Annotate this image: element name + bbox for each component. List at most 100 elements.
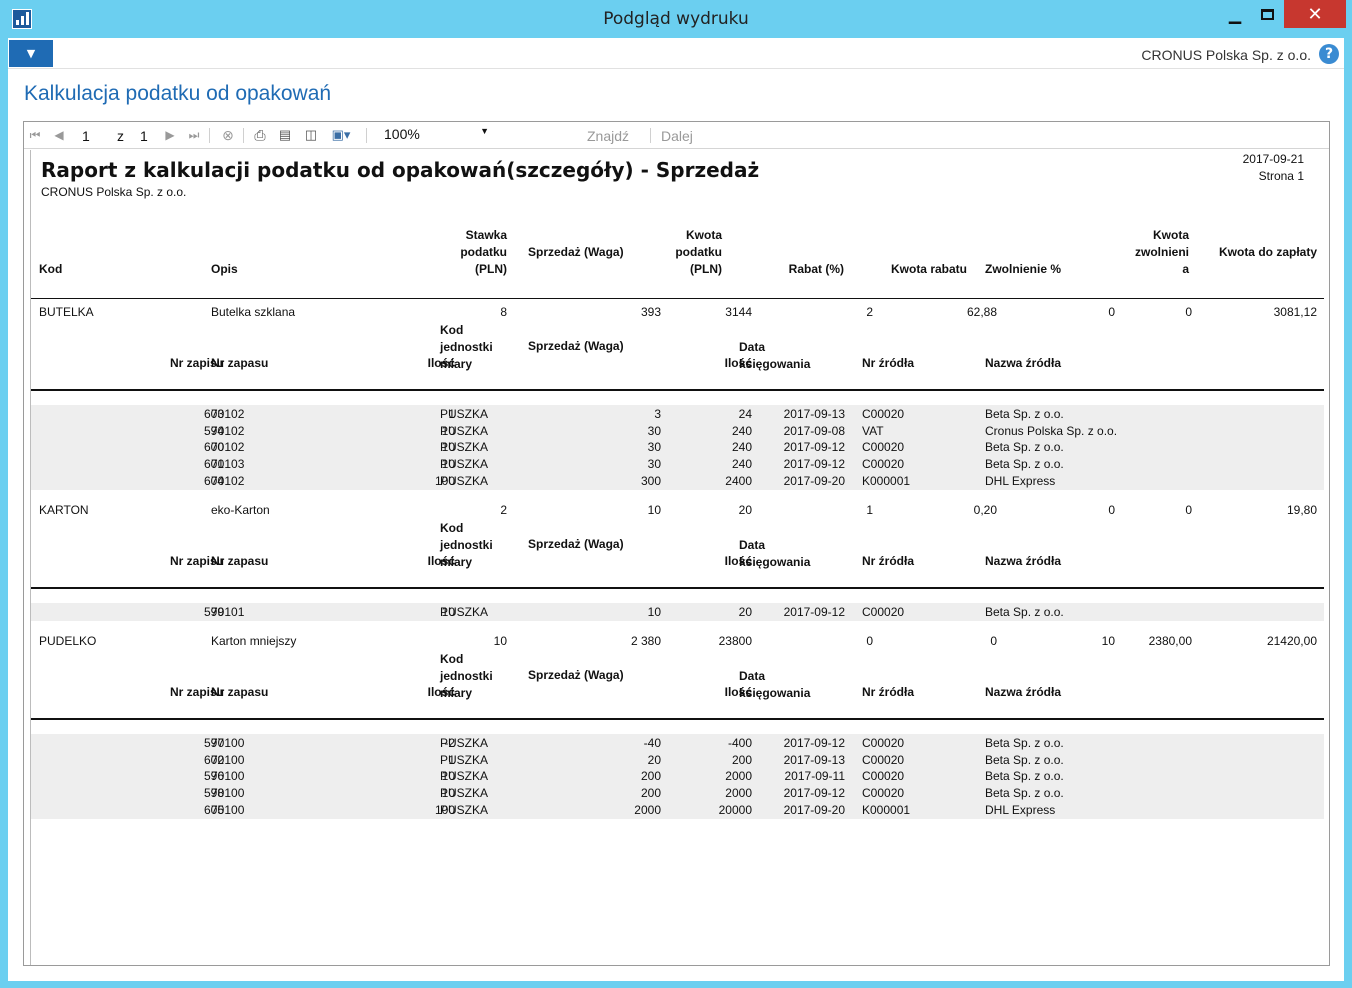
entry-data-ksiegowania: 2017-09-13 <box>783 752 845 767</box>
page-title: Kalkulacja podatku od opakowań <box>24 82 332 105</box>
entry-nazwa-zrodla: Beta Sp. z o.o. <box>985 440 1064 455</box>
group-rabat: 1 <box>866 503 873 517</box>
entry-nr-zrodla: C00020 <box>862 752 905 767</box>
entry-nr-zrodla: C00020 <box>862 605 905 619</box>
entry-jednostka: PUSZKA <box>440 605 489 619</box>
sub-header-kod-jm: Kod jednostki miary <box>440 323 493 371</box>
report-title: Raport z kalkulacji podatku od opakowań(… <box>41 158 760 182</box>
maximize-button[interactable] <box>1250 0 1284 28</box>
sub-header-nr-zapasu: Nr zapasu <box>211 356 269 370</box>
page-setup-icon[interactable]: ◫ <box>303 127 319 143</box>
entry-sprzedaz-waga: 20 <box>647 752 661 767</box>
page-number-input[interactable]: 1 <box>82 128 90 144</box>
entry-ilosc-calk: 24 <box>738 407 752 421</box>
entry-nr-zapasu: 70101 <box>211 605 245 619</box>
entry-sprzedaz-waga: 200 <box>640 769 661 784</box>
entry-sprzedaz-waga: 30 <box>647 440 661 455</box>
entry-nr-zapasu: 70100 <box>211 769 245 784</box>
sub-header-data: Data księgowania <box>739 340 811 371</box>
stop-icon[interactable]: ⊗ <box>220 127 236 143</box>
report-page: Raport z kalkulacji podatku od opakowań(… <box>30 150 1325 965</box>
previous-page-icon[interactable]: ◀ <box>53 127 65 143</box>
group-opis: Butelka szklana <box>211 305 296 319</box>
entry-nazwa-zrodla: Cronus Polska Sp. z o.o. <box>985 423 1118 438</box>
entry-nr-zapasu: 70100 <box>211 786 245 801</box>
entry-jednostka: PUSZKA <box>440 786 489 801</box>
entry-data-ksiegowania: 2017-09-12 <box>783 736 845 750</box>
entry-sprzedaz-waga: 300 <box>640 473 661 488</box>
entry-data-ksiegowania: 2017-09-12 <box>783 457 845 472</box>
entry-sprzedaz-waga: 30 <box>647 423 661 438</box>
find-input[interactable] <box>509 126 571 143</box>
entry-nr-zapasu: 70100 <box>211 802 245 817</box>
export-icon[interactable]: ▣▾ <box>329 127 353 143</box>
help-icon[interactable]: ? <box>1319 44 1339 64</box>
next-button[interactable]: Dalej <box>661 128 693 144</box>
entry-ilosc-calk: 240 <box>731 423 752 438</box>
zoom-select[interactable]: 100% ▼ <box>381 126 493 145</box>
col-header-opis: Opis <box>211 262 238 276</box>
entry-nr-zapasu: 70102 <box>211 407 245 421</box>
minimize-button[interactable]: ▁ <box>1218 0 1252 28</box>
group-do-zaplaty: 19,80 <box>1286 503 1317 517</box>
group-rabat: 0 <box>866 634 873 648</box>
sub-header-sprzedaz: Sprzedaż (Waga) <box>528 537 624 551</box>
sub-header-nazwa-zrodla: Nazwa źródła <box>985 356 1062 370</box>
print-preview-window: Podgląd wydruku ▁ ✕ ▼ CRONUS Polska Sp. … <box>0 0 1352 988</box>
entry-nr-zrodla: C00020 <box>862 407 905 421</box>
entry-ilosc-calk: 20 <box>738 605 752 619</box>
entry-nr-zapasu: 70102 <box>211 440 245 455</box>
entry-nazwa-zrodla: DHL Express <box>985 802 1056 817</box>
entry-ilosc-calk: 20000 <box>718 802 752 817</box>
report-company: CRONUS Polska Sp. z o.o. <box>41 185 187 199</box>
entry-nr-zrodla: C00020 <box>862 457 905 472</box>
entry-jednostka: PUSZKA <box>440 423 489 438</box>
next-page-icon[interactable]: ▶ <box>164 127 176 143</box>
group-kwota-podatku: 3144 <box>725 305 752 319</box>
col-header-do-zaplaty: Kwota do zapłaty <box>1218 245 1317 259</box>
entry-nazwa-zrodla: Beta Sp. z o.o. <box>985 736 1064 750</box>
col-header-sprzedaz: Sprzedaż (Waga) <box>528 245 624 259</box>
client-area: ▼ CRONUS Polska Sp. z o.o. ? Kalkulacja … <box>8 38 1344 981</box>
entry-ilosc-calk: 2000 <box>725 786 752 801</box>
application-menu-button[interactable]: ▼ <box>9 40 53 67</box>
entry-jednostka: PUSZKA <box>440 407 489 421</box>
page-total: 1 <box>140 128 148 144</box>
entry-nazwa-zrodla: Beta Sp. z o.o. <box>985 457 1064 472</box>
entry-nr-zrodla: VAT <box>862 423 884 438</box>
entry-ilosc-calk: 2400 <box>725 473 752 488</box>
group-rabat: 2 <box>866 305 873 319</box>
entry-data-ksiegowania: 2017-09-12 <box>783 786 845 801</box>
group-sprzedaz: 10 <box>647 503 661 517</box>
command-bar: ▼ CRONUS Polska Sp. z o.o. ? <box>8 38 1344 69</box>
entry-jednostka: PUSZKA <box>440 752 489 767</box>
dropdown-arrow-icon: ▼ <box>480 126 489 136</box>
first-page-icon[interactable]: ⏮ <box>29 127 41 143</box>
group-zwolnienie: 0 <box>1108 305 1115 319</box>
entry-nr-zrodla: C00020 <box>862 440 905 455</box>
entry-nr-zrodla: C00020 <box>862 786 905 801</box>
entry-sprzedaz-waga: -40 <box>643 736 661 750</box>
report-page-number: Strona 1 <box>1258 169 1304 183</box>
entry-nr-zapasu: 70102 <box>211 473 245 488</box>
report-viewer: ⏮ ◀ 1 z 1 ▶ ⏭ ⊗ ⎙ ▤ ◫ ▣▾ 100% ▼ Znajdź Da… <box>23 121 1330 966</box>
group-zwolnienie: 0 <box>1108 503 1115 517</box>
print-icon[interactable]: ⎙ <box>251 127 269 143</box>
entry-nr-zrodla: C00020 <box>862 769 905 784</box>
print-layout-icon[interactable]: ▤ <box>277 127 293 143</box>
group-opis: Karton mniejszy <box>211 634 297 648</box>
title-bar: Podgląd wydruku ▁ ✕ <box>0 0 1352 38</box>
entry-sprzedaz-waga: 10 <box>647 605 661 619</box>
sub-header-nazwa-zrodla: Nazwa źródła <box>985 554 1062 568</box>
toolbar-separator <box>243 128 244 143</box>
col-header-kwota-podatku: Kwota podatku (PLN) <box>675 228 722 276</box>
entry-ilosc-calk: 2000 <box>725 769 752 784</box>
maximize-icon <box>1260 8 1274 20</box>
sub-header-kod-jm: Kod jednostki miary <box>440 652 493 700</box>
group-kod: BUTELKA <box>39 305 94 319</box>
last-page-icon[interactable]: ⏭ <box>188 127 200 143</box>
entry-jednostka: PUSZKA <box>440 457 489 472</box>
find-button[interactable]: Znajdź <box>587 128 629 144</box>
close-button[interactable]: ✕ <box>1284 0 1346 28</box>
entry-jednostka: PUSZKA <box>440 769 489 784</box>
